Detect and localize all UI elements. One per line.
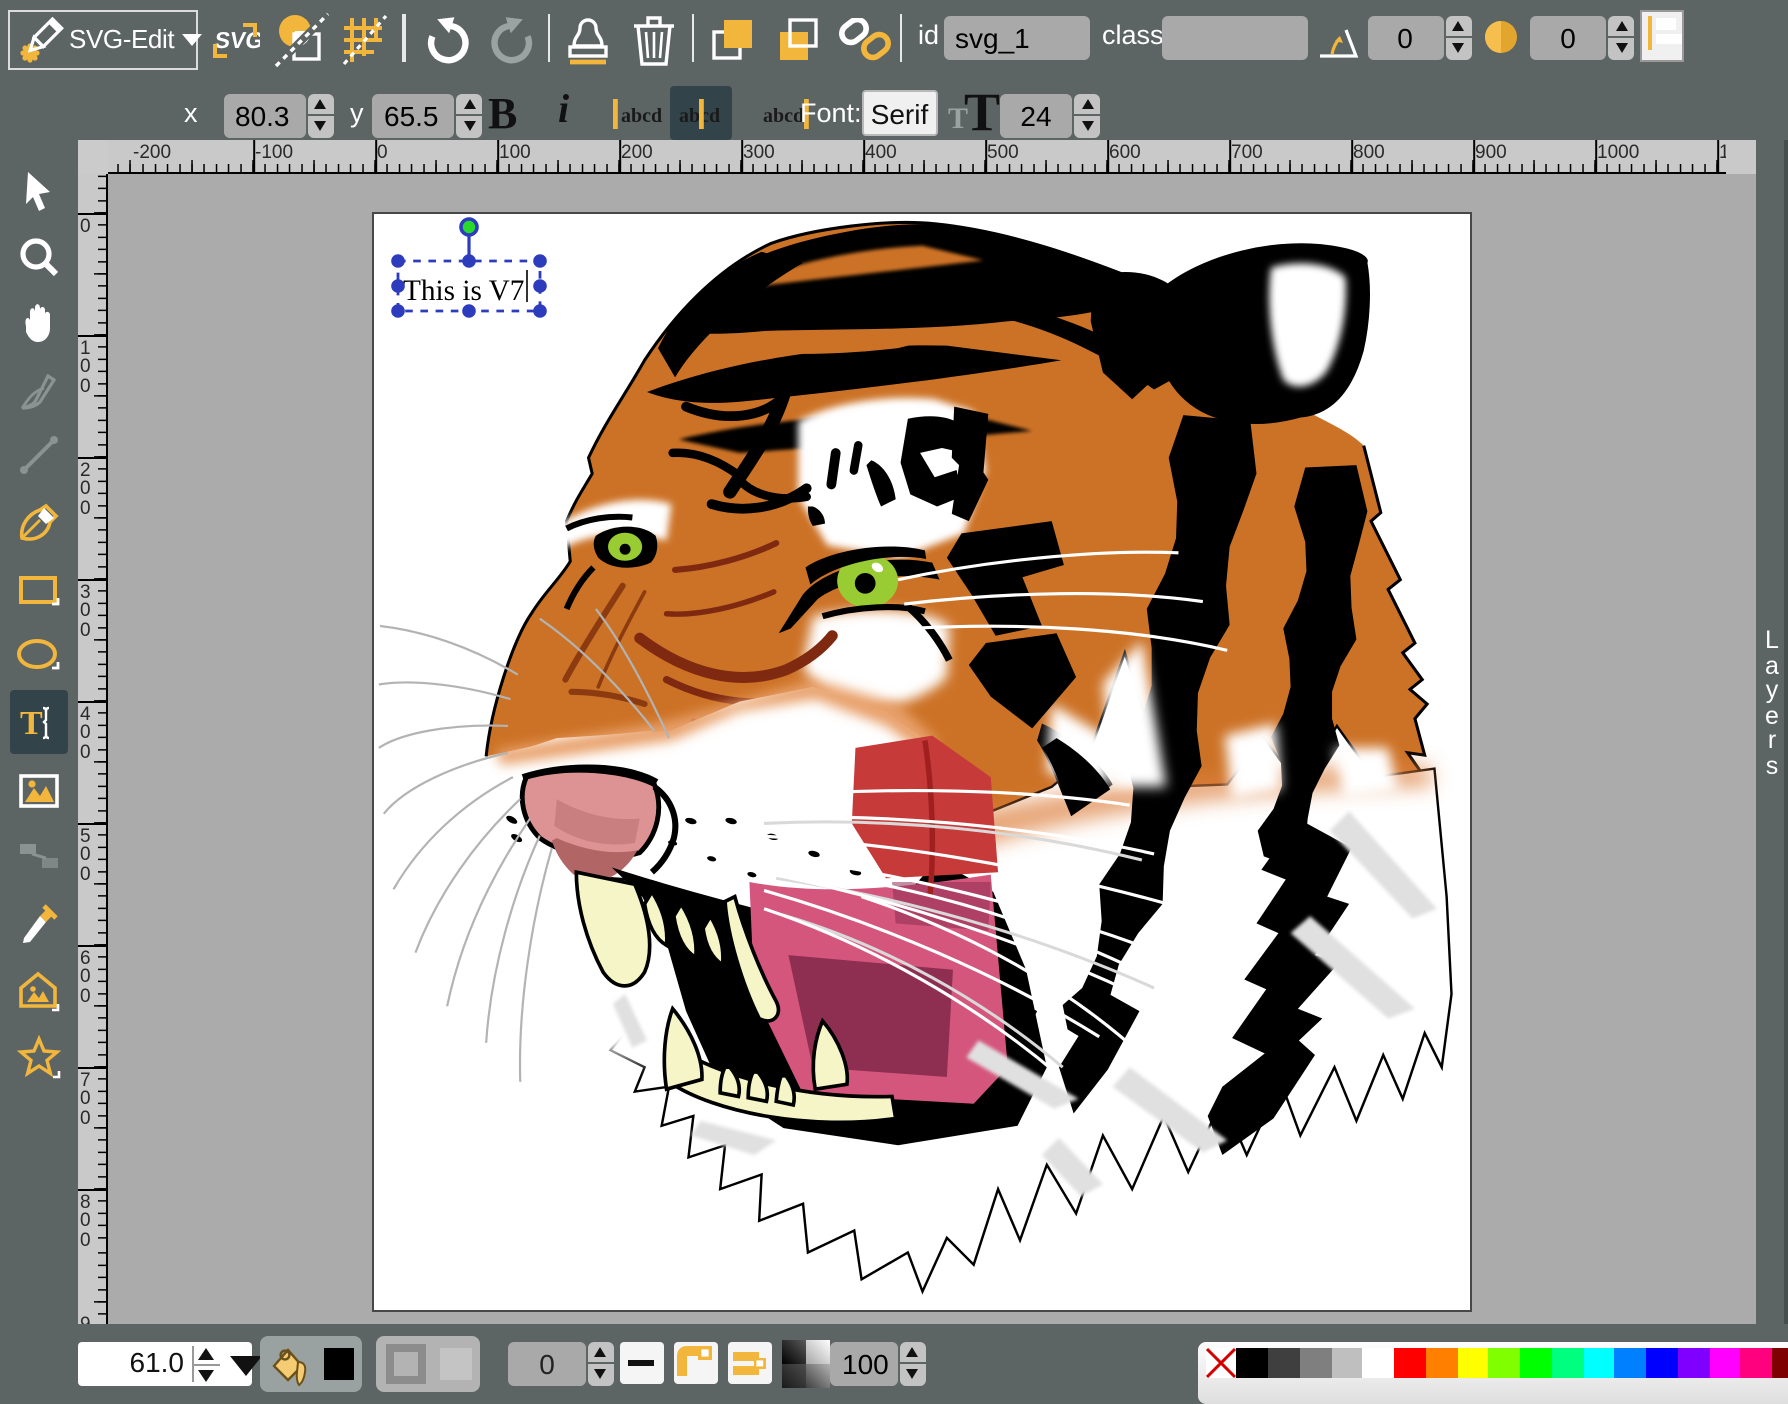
svg-text:SVG: SVG bbox=[213, 27, 260, 53]
svg-text:T: T bbox=[19, 704, 42, 741]
svg-text:abcd: abcd bbox=[621, 104, 662, 126]
svg-text:This is V7: This is V7 bbox=[402, 274, 523, 306]
svg-text:abcd: abcd bbox=[763, 104, 804, 126]
